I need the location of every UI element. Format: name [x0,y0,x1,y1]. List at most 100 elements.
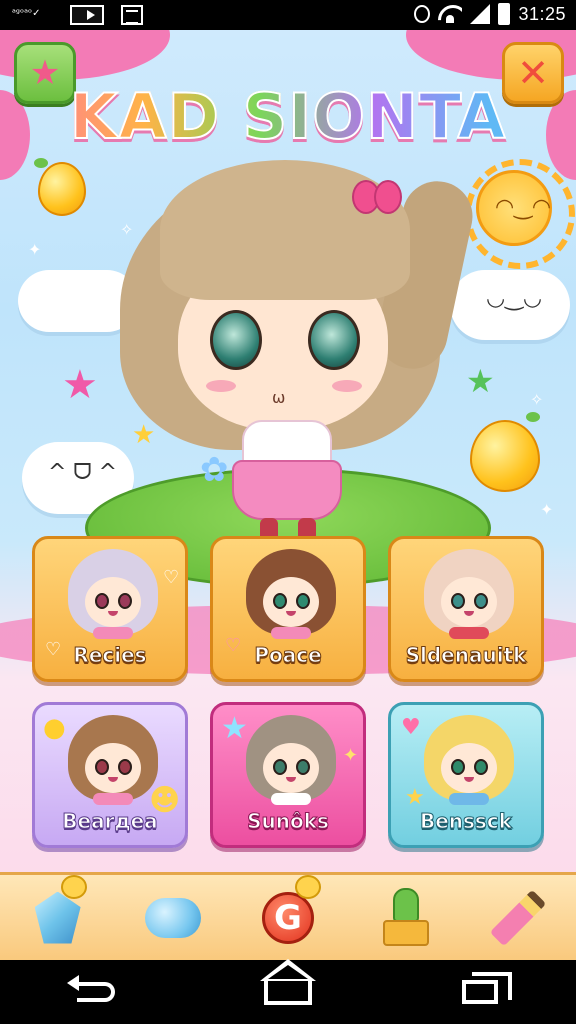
character-avatar [68,549,158,639]
green-star-icon: ★ [466,362,495,400]
character-avatar [246,715,336,805]
character-name: Bearдea [62,809,158,834]
chick-icon: ● [43,713,66,743]
battery-icon [498,3,511,25]
avatar-eye [296,759,310,775]
character-name: Sunôks [247,809,330,834]
character-avatar [68,715,158,805]
crystal-button[interactable] [25,874,91,951]
character-card[interactable]: ● ☻ Bearдea [32,702,188,848]
wifi-icon [438,5,462,23]
avatar-collar [271,793,311,805]
avatar-face [85,577,141,627]
character-body [232,420,342,542]
character-card[interactable]: Sldenauitk [388,536,544,682]
avatar-eye [273,593,287,609]
pink-star-icon: ★ [62,362,98,408]
character-blush [332,380,362,392]
character-dress [232,460,342,520]
signal-icon [470,4,491,24]
grid-icon [121,5,143,25]
hair-bow-icon [352,180,402,216]
character-card[interactable]: ♥ ★ Benssck [388,702,544,848]
star-icon: ★ [221,711,248,746]
pencil-button[interactable] [485,885,551,951]
avatar-eye [118,593,132,609]
character-avatar [246,549,336,639]
status-bar: ᵃᵍᵒᵃᵒ✓ 31:25 [0,0,576,30]
avatar-eye [273,759,287,775]
chick-icon [60,874,87,899]
game-screen: ◡‿◡ ^ ᗜ ^ ✦ ✧ ✦ ✧ ✦ ✦ ★ ✕ KAD SIONTA ◠‿◠… [0,30,576,960]
sun-icon: ◠‿◠ [465,159,575,269]
sparkle-icon: ✦ [28,240,42,259]
character-avatar [424,549,514,639]
pencil-icon [490,889,547,946]
avatar-eye [451,593,465,609]
recent-apps-icon [462,972,512,1004]
avatar-eye [95,759,109,775]
avatar-eye [474,593,488,609]
home-button[interactable] [253,959,323,1012]
recent-apps-button[interactable] [445,972,515,1012]
bear-icon [294,874,321,899]
stamp-button[interactable] [370,885,436,951]
back-button[interactable] [61,972,131,1012]
avatar-eye [95,593,109,609]
avatar-collar [449,627,489,639]
avatar-collar [93,793,133,805]
system-nav-bar [0,959,576,1024]
character-card[interactable]: ★ ✦ Sunôks [210,702,366,848]
avatar-eye [118,759,132,775]
avatar-collar [449,793,489,805]
avatar-eye [296,593,310,609]
main-character[interactable]: ω [120,140,479,542]
character-name: Sldenauitk [405,643,527,668]
leaf-icon [34,158,48,168]
g-badge-icon: G [261,891,314,944]
character-eye [210,310,262,370]
character-blush [206,380,236,392]
g-badge-button[interactable]: G [255,874,321,951]
smiling-cloud: ◡‿◡ [450,270,570,340]
media-icon [70,5,104,25]
character-name: Recies [73,643,147,668]
heart-icon: ♡ [163,567,180,588]
balloon-dog-icon [144,897,201,938]
avatar-face [441,743,497,793]
bottom-toolbar: G [0,872,576,960]
avatar-face [263,743,319,793]
avatar-face [85,743,141,793]
sun-face-icon: ◠‿◠ [495,195,552,220]
character-mouth: ω [272,388,286,407]
avatar-collar [271,627,311,639]
avatar-collar [93,627,133,639]
character-name: Poace [254,643,322,668]
cloud-face-icon: ◡‿◡ [486,286,543,311]
alarm-icon [414,5,431,23]
back-icon [67,975,115,1002]
flower-icon: ✿ [200,450,229,490]
crystal-icon [34,891,81,944]
character-avatar [424,715,514,805]
status-left-text: ᵃᵍᵒᵃᵒ✓ [12,8,41,19]
avatar-face [263,577,319,627]
sparkle-icon: ✦ [540,500,554,519]
leaf-icon [526,412,540,422]
balloon-dog-button[interactable] [140,885,206,951]
character-name: Benssck [419,809,512,834]
sparkle-icon: ✦ [343,745,359,766]
character-card[interactable]: ♡ Poace [210,536,366,682]
character-eye [308,310,360,370]
cloud-face-icon: ^ ᗜ ^ [48,460,118,485]
mango-icon [470,420,540,492]
status-time: 31:25 [518,3,566,24]
heart-icon: ♥ [401,715,421,740]
lemon-icon [38,162,86,216]
home-icon [260,959,316,1005]
sparkle-icon: ✧ [530,390,544,409]
star-icon: ★ [405,785,425,810]
character-card[interactable]: ♡ ♡ Recies [32,536,188,682]
avatar-face [441,577,497,627]
avatar-eye [474,759,488,775]
